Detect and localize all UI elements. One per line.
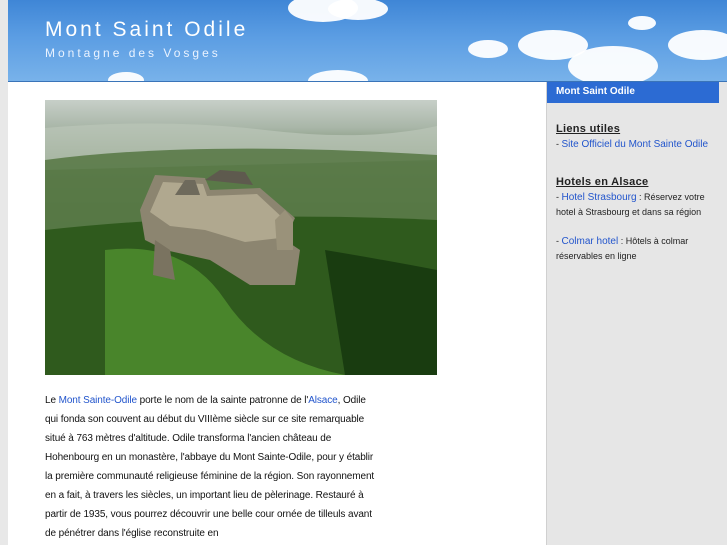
link-site-officiel[interactable]: Site Officiel du Mont Sainte Odile <box>562 139 709 150</box>
intro-text-3: , Odile qui fonda son couvent au début d… <box>45 395 375 539</box>
liens-utiles-item: - Site Officiel du Mont Sainte Odile <box>556 137 721 152</box>
cloud-decoration <box>568 46 658 81</box>
photo-illustration <box>45 123 437 375</box>
intro-paragraph: Le Mont Sainte-Odile porte le nom de la … <box>45 391 380 543</box>
main-content: Le Mont Sainte-Odile porte le nom de la … <box>8 82 546 545</box>
sidebar-heading: Mont Saint Odile <box>547 82 719 103</box>
intro-text-2: porte le nom de la sainte patronne de l' <box>136 395 309 406</box>
link-mont-sainte-odile[interactable]: Mont Sainte-Odile <box>59 395 137 406</box>
cloud-decoration <box>468 40 508 58</box>
link-alsace[interactable]: Alsace <box>308 395 338 406</box>
hotels-item-strasbourg: - Hotel Strasbourg : Réservez votre hote… <box>556 190 721 220</box>
cloud-decoration <box>668 30 727 60</box>
link-colmar-hotel[interactable]: Colmar hotel <box>562 236 619 247</box>
aerial-photo <box>45 100 437 375</box>
cloud-decoration <box>108 72 144 81</box>
cloud-decoration <box>308 70 368 81</box>
cloud-decoration <box>328 0 388 20</box>
liens-utiles-title: Liens utiles <box>556 123 621 135</box>
link-hotel-strasbourg[interactable]: Hotel Strasbourg <box>562 192 637 203</box>
sidebar: Mont Saint Odile Liens utiles - Site Off… <box>546 82 727 545</box>
site-subtitle: Montagne des Vosges <box>45 46 221 60</box>
hotels-item-colmar: - Colmar hotel : Hôtels à colmar réserva… <box>556 234 721 264</box>
site-header: Mont Saint Odile Montagne des Vosges <box>8 0 727 82</box>
hotels-alsace-title: Hotels en Alsace <box>556 176 649 188</box>
site-title[interactable]: Mont Saint Odile <box>45 18 248 42</box>
intro-text-1: Le <box>45 395 59 406</box>
cloud-decoration <box>628 16 656 30</box>
